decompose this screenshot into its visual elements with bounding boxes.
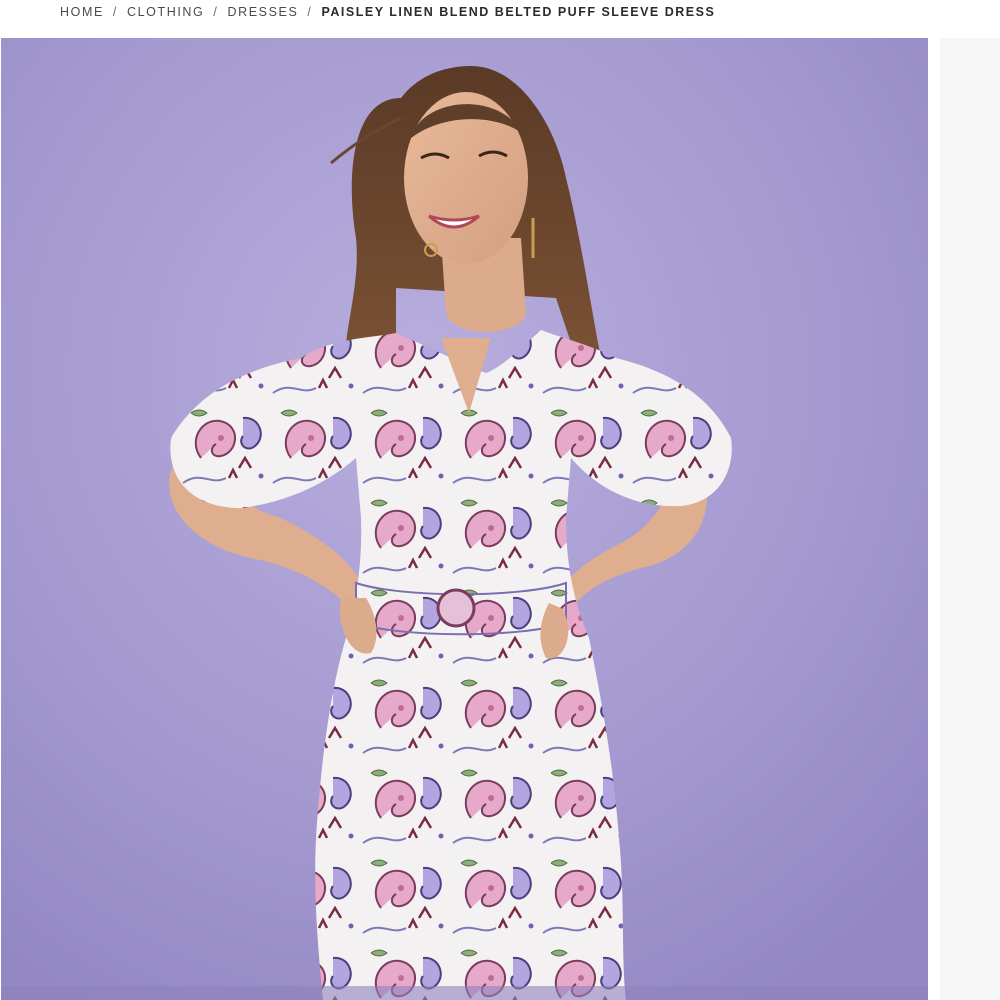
- breadcrumb-dresses-link[interactable]: DRESSES: [227, 5, 298, 19]
- breadcrumb-separator: /: [307, 5, 313, 19]
- breadcrumb: HOME / CLOTHING / DRESSES / PAISLEY LINE…: [60, 4, 715, 20]
- breadcrumb-home-link[interactable]: HOME: [60, 5, 104, 19]
- breadcrumb-separator: /: [112, 5, 118, 19]
- product-image[interactable]: [1, 38, 928, 1000]
- breadcrumb-current-page: PAISLEY LINEN BLEND BELTED PUFF SLEEVE D…: [321, 5, 716, 19]
- side-panel: [940, 38, 1000, 1000]
- breadcrumb-separator: /: [213, 5, 219, 19]
- breadcrumb-clothing-link[interactable]: CLOTHING: [127, 5, 204, 19]
- product-photo: [1, 38, 928, 1000]
- top-bar: HOME / CLOTHING / DRESSES / PAISLEY LINE…: [0, 0, 1000, 37]
